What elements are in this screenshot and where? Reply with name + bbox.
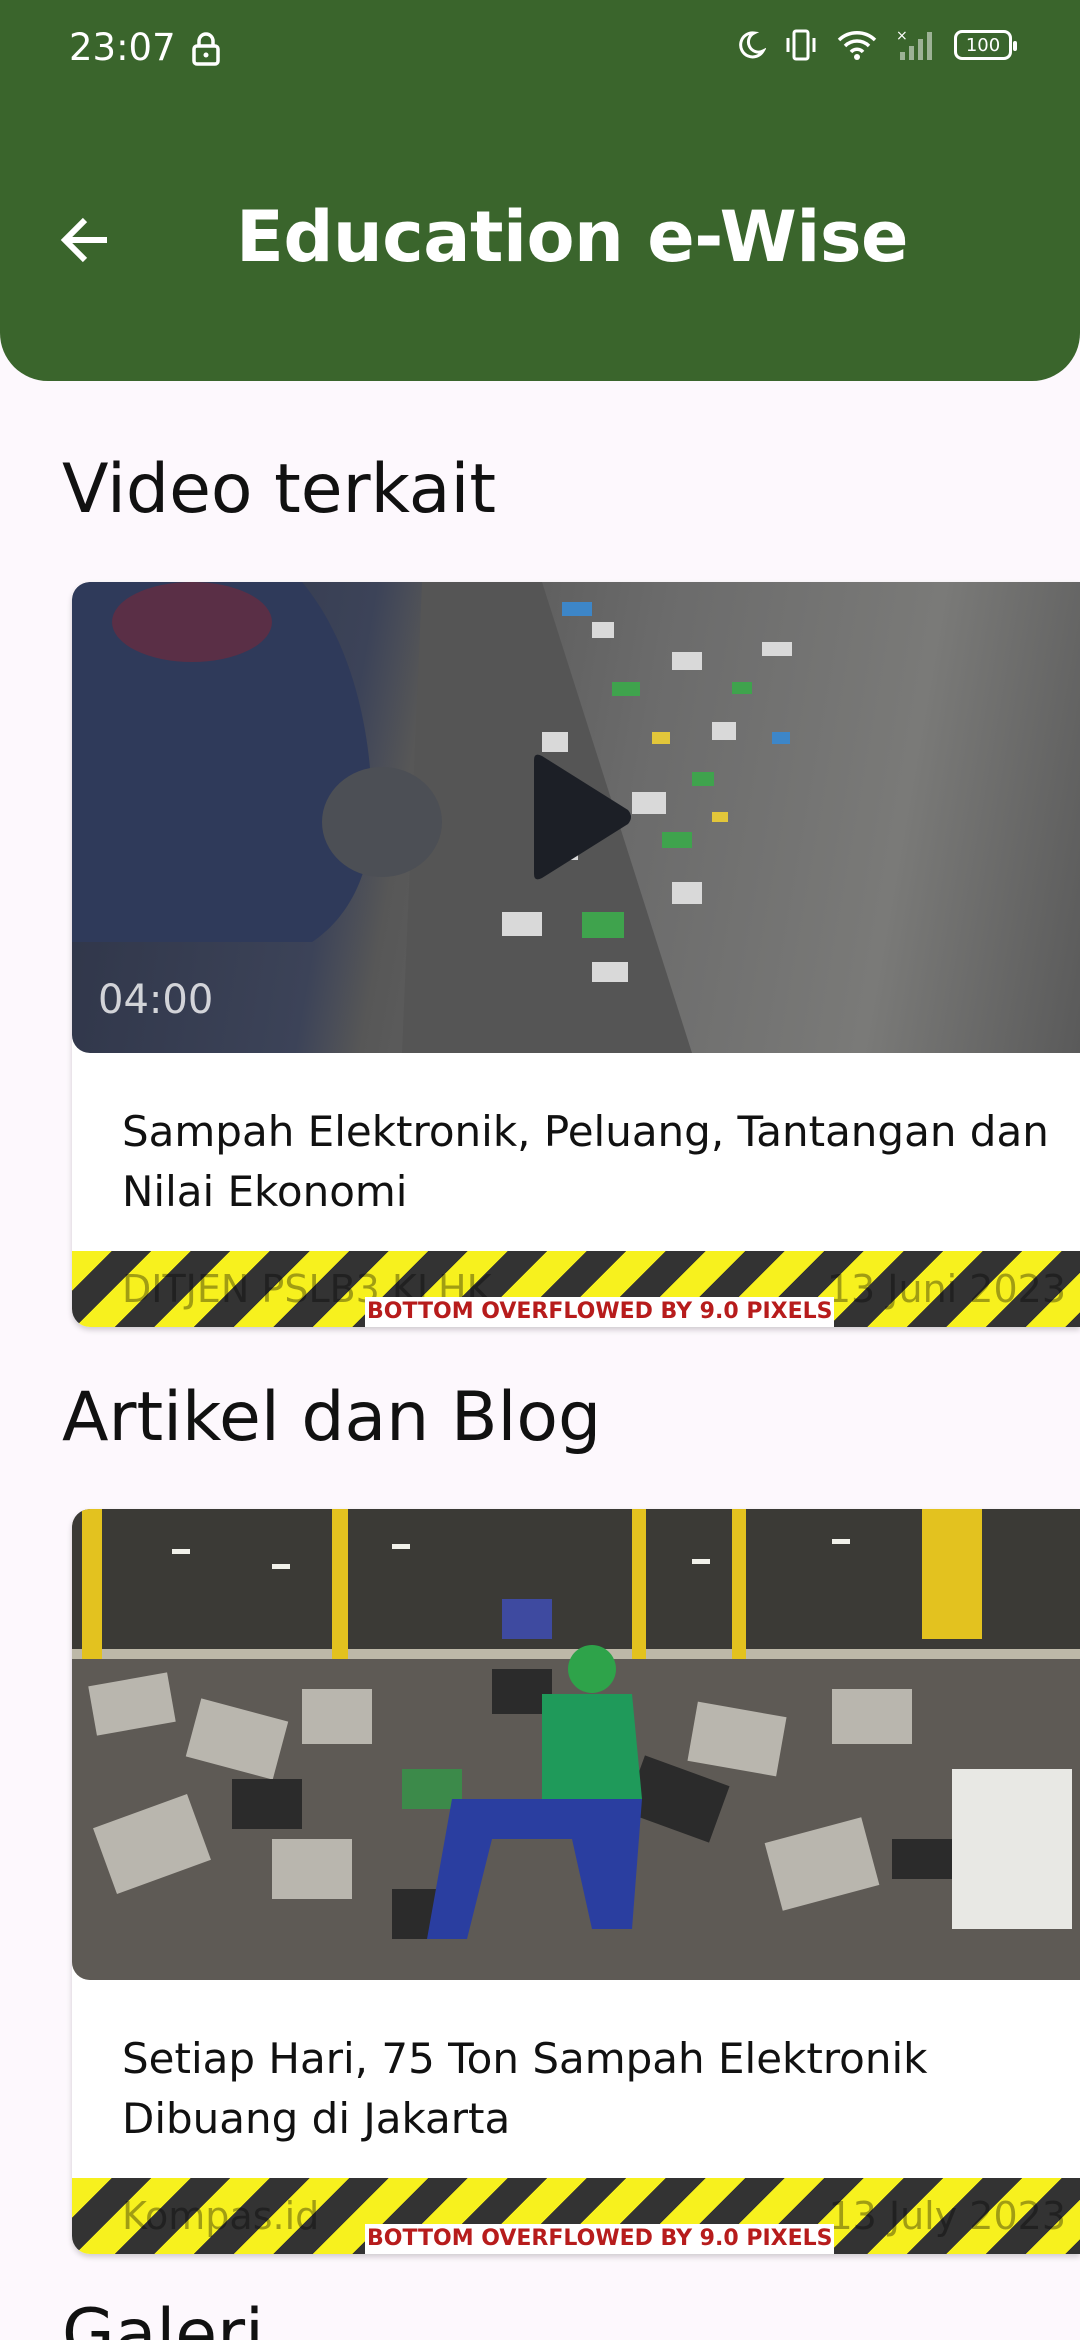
article-source: Kompas.id: [122, 2194, 320, 2238]
battery-icon: 100: [954, 30, 1017, 60]
article-card[interactable]: Setiap Hari, 75 Ton Sampah Elektronik Di…: [72, 1509, 1080, 2254]
play-icon[interactable]: [524, 752, 634, 882]
wifi-icon: [837, 31, 877, 60]
arrow-left-icon: [60, 217, 107, 263]
video-date: 13 Juni 2023: [826, 1267, 1066, 1311]
vibrate-icon: [786, 29, 816, 61]
lock-icon: [192, 32, 220, 66]
battery-level: 100: [965, 34, 1001, 56]
article-title: Setiap Hari, 75 Ton Sampah Elektronik Di…: [122, 2034, 928, 2143]
app-bar: 23:07 × 100 Education e-Wise: [0, 0, 1080, 381]
article-thumbnail[interactable]: [72, 1509, 1080, 1980]
page-title: Education e-Wise: [236, 196, 908, 278]
overflow-label: BOTTOM OVERFLOWED BY 9.0 PIXELS: [365, 1297, 835, 1327]
section-title-articles: Artikel dan Blog: [62, 1378, 602, 1457]
moon-icon: [739, 31, 766, 59]
signal-icon: ×: [896, 28, 932, 60]
overflow-label: BOTTOM OVERFLOWED BY 9.0 PIXELS: [365, 2224, 835, 2254]
overflow-warning: DITJEN PSLB3 KLHK 13 Juni 2023 BOTTOM OV…: [72, 1251, 1080, 1327]
back-button[interactable]: [50, 205, 120, 275]
video-thumbnail[interactable]: 04:00: [72, 582, 1080, 1053]
svg-text:×: ×: [896, 28, 908, 44]
video-card[interactable]: 04:00 Sampah Elektronik, Peluang, Tantan…: [72, 582, 1080, 1327]
status-icons: × 100: [736, 28, 1017, 62]
video-title: Sampah Elektronik, Peluang, Tantangan da…: [122, 1107, 1049, 1216]
article-thumbnail-art: [72, 1509, 1080, 1980]
video-duration: 04:00: [98, 977, 214, 1023]
section-title-videos: Video terkait: [62, 450, 496, 529]
section-title-gallery: Galeri: [62, 2295, 264, 2340]
article-date: 13 July 2023: [828, 2194, 1066, 2238]
status-time: 23:07: [69, 26, 176, 69]
overflow-warning: Kompas.id 13 July 2023 BOTTOM OVERFLOWED…: [72, 2178, 1080, 2254]
